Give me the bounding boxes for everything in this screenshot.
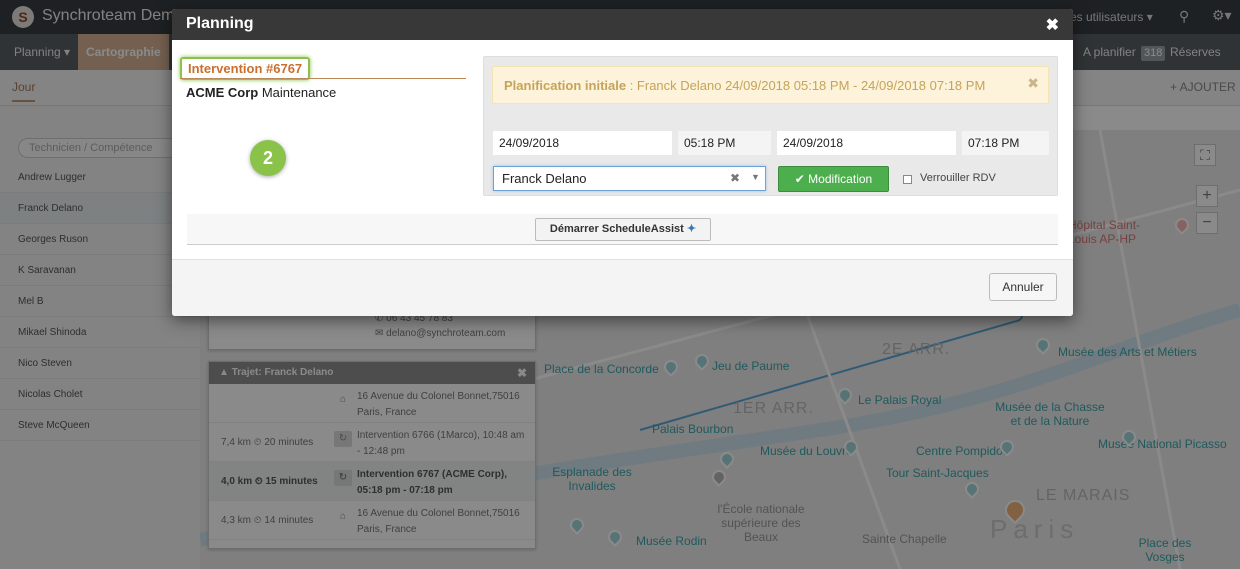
planning-panel: Planification initiale : Franck Delano 2… — [483, 56, 1058, 196]
client-name: ACME Corp — [186, 85, 259, 100]
lock-appointment-checkbox[interactable] — [903, 175, 912, 184]
modal-header: Planning ✖ — [172, 9, 1073, 40]
initial-plan-alert: Planification initiale : Franck Delano 2… — [492, 66, 1049, 104]
start-date-input[interactable]: 24/09/2018 — [493, 131, 672, 155]
start-time-input[interactable]: 05:18 PM — [678, 131, 771, 155]
cancel-button[interactable]: Annuler — [989, 273, 1057, 301]
close-icon[interactable]: ✖ — [1027, 75, 1039, 92]
magic-wand-icon: ✦ — [686, 223, 697, 235]
end-time-input[interactable]: 07:18 PM — [962, 131, 1049, 155]
intervention-title: Intervention #6767 — [180, 57, 311, 80]
client-line: ACME Corp Maintenance — [186, 85, 336, 100]
chevron-down-icon[interactable]: ▼ — [751, 172, 760, 182]
technician-select-value: Franck Delano — [502, 171, 587, 186]
initial-plan-value: : Franck Delano 24/09/2018 05:18 PM - 24… — [629, 78, 986, 93]
planning-modal: Planning ✖ Intervention #6767 ACME Corp … — [172, 9, 1073, 316]
technician-select[interactable]: Franck Delano ✖ ▼ — [493, 166, 766, 191]
close-icon[interactable]: ✖ — [1046, 15, 1059, 35]
schedule-assist-label: Démarrer ScheduleAssist — [549, 223, 684, 235]
initial-plan-text: Planification initiale : Franck Delano 2… — [504, 78, 985, 93]
schedule-assist-button[interactable]: Démarrer ScheduleAssist ✦ — [535, 218, 711, 241]
title-divider — [180, 78, 466, 79]
service-name: Maintenance — [261, 85, 337, 100]
schedule-assist-bar: Démarrer ScheduleAssist ✦ — [187, 214, 1058, 245]
initial-plan-label: Planification initiale — [504, 78, 627, 93]
modification-button[interactable]: ✔ Modification — [778, 166, 889, 192]
modal-title: Planning — [186, 15, 254, 32]
step-marker: 2 — [250, 140, 286, 176]
lock-appointment-label: Verrouiller RDV — [920, 172, 996, 184]
end-date-input[interactable]: 24/09/2018 — [777, 131, 956, 155]
modal-footer: Annuler — [172, 259, 1073, 316]
clear-icon[interactable]: ✖ — [730, 171, 740, 185]
